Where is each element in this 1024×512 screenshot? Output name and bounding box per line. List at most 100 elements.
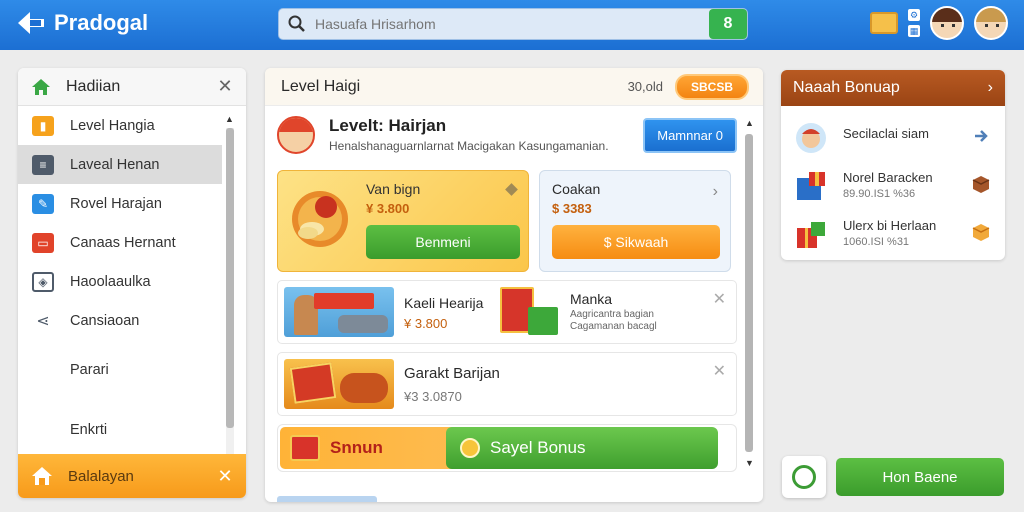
sidebar-item-laveal-henan[interactable]: ≡ Laveal Henan [18, 145, 222, 184]
grid-icon[interactable]: ▦ [908, 25, 920, 37]
offer-orange-button[interactable]: $ Sikwaah [552, 225, 720, 259]
main-panel-body: Levelt: Hairjan Henalshanaguarnlarnat Ma… [277, 112, 737, 472]
search-icon [287, 14, 307, 34]
share-icon: ⋖ [32, 310, 54, 331]
item-description: Aagricantra bagian Cagamanan bacagl [570, 309, 657, 332]
scroll-down-icon[interactable]: ▼ [745, 458, 754, 468]
mail-icon[interactable] [870, 12, 898, 34]
sidebar-item-label: Cansiaoan [70, 312, 140, 329]
sidebar-item-level-hangia[interactable]: ▮ Level Hangia [18, 106, 222, 145]
save-bonus-button[interactable]: Sayel Bonus [446, 427, 718, 469]
avatar[interactable] [930, 6, 964, 40]
offer-card-blue[interactable]: Coakan $ 3383 › $ Sikwaah [539, 170, 731, 272]
list-item[interactable]: Kaeli Hearija ¥ 3.800 Manka Aagricantra … [277, 280, 737, 344]
main-panel-meta: 30,old [627, 79, 663, 94]
main-panel-header: Level Haigi 30,old SBCSB [265, 68, 763, 106]
app-logo[interactable]: Pradogal [16, 10, 148, 36]
bonus-item[interactable]: Norel Baracken 89.90.IS1 %36 [781, 160, 1005, 208]
promo-thumbnail [284, 287, 394, 337]
offer-green-button[interactable]: Benmeni [366, 225, 520, 259]
search-bar[interactable]: 8 [278, 8, 748, 40]
character-avatar [277, 116, 315, 154]
sidebar: Hadiian ✕ ▮ Level Hangia ≡ Laveal Henan … [18, 68, 246, 498]
offer-price: $ 3383 [552, 201, 592, 216]
puzzle-icon: ◈ [32, 271, 54, 292]
main-panel-title: Level Haigi [281, 77, 361, 95]
sidebar-item-haoolaaulka[interactable]: ◈ Haoolaaulka [18, 262, 222, 301]
header-pill-button[interactable]: SBCSB [674, 73, 749, 100]
settings-icon[interactable]: ⚙ [908, 9, 920, 21]
close-icon[interactable]: ✕ [216, 76, 234, 97]
gift-box-icon [795, 170, 827, 202]
sidebar-item-rovel-harajan[interactable]: ✎ Rovel Harajan [18, 184, 222, 223]
home-icon[interactable] [30, 77, 52, 97]
gift-box-icon [795, 218, 827, 250]
promo-thumbnail [284, 359, 394, 409]
main-scrollbar[interactable]: ▲ ▼ [743, 118, 755, 470]
coin-icon [460, 438, 480, 458]
bonus-item[interactable]: Secilaclai siam [781, 112, 1005, 160]
top-bar: Pradogal 8 ⚙ ▦ [0, 0, 1024, 50]
character-icon [795, 122, 827, 154]
close-icon[interactable]: ✕ [216, 466, 234, 487]
edit-icon: ✎ [32, 193, 54, 214]
list-item[interactable]: Garakt Barijan ¥3 3.0870 ✕ [277, 352, 737, 416]
hero-subtitle: Henalshanaguarnlarnat Macigakan Kasungam… [329, 139, 609, 153]
scroll-up-icon[interactable]: ▲ [225, 114, 234, 124]
sidebar-item-label: Laveal Henan [70, 156, 160, 173]
back-arrow-icon[interactable] [16, 10, 46, 36]
list-icon: ≡ [32, 154, 54, 175]
offer-card-yellow[interactable]: Van bign ¥ 3.800 Benmeni [277, 170, 529, 272]
save-bonus-label: Sayel Bonus [490, 438, 586, 457]
bonus-item-title: Norel Baracken [843, 170, 933, 185]
sidebar-scrollbar[interactable]: ▲ ▼ [222, 114, 236, 498]
bonus-panel: Naaah Bonuap › Secilaclai siam Norel Bar… [781, 70, 1005, 260]
hero-title: Levelt: Hairjan [329, 116, 447, 135]
sidebar-item-label: Haoolaaulka [70, 273, 151, 290]
offer-cards: Van bign ¥ 3.800 Benmeni Coakan $ 3383 ›… [277, 170, 737, 272]
hero-button[interactable]: Mamnnar 0 [643, 118, 737, 153]
chevron-right-icon[interactable]: › [713, 183, 718, 201]
product-box-icon [528, 307, 558, 335]
food-bowl-icon [288, 185, 352, 251]
box-icon [971, 174, 991, 194]
close-icon[interactable]: ✕ [713, 361, 726, 381]
chevron-right-icon[interactable]: › [988, 79, 993, 97]
item-name: Kaeli Hearija [404, 295, 484, 311]
sidebar-item-enkrti[interactable]: Enkrti [18, 400, 222, 460]
search-button[interactable]: 8 [709, 9, 747, 39]
bonus-item[interactable]: Ulerx bi Herlaan 1060.ISI %31 [781, 208, 1005, 256]
home-icon [30, 465, 54, 487]
sidebar-item-label: Enkrti [70, 422, 108, 438]
app-title: Pradogal [54, 10, 149, 35]
sidebar-title: Hadiian [66, 77, 121, 95]
bonus-banner[interactable]: Snnun Sayel Bonus [277, 424, 737, 472]
search-input[interactable] [315, 16, 709, 32]
sidebar-list: ▮ Level Hangia ≡ Laveal Henan ✎ Rovel Ha… [18, 106, 222, 460]
bonus-item-title: Secilaclai siam [843, 126, 929, 141]
scroll-thumb[interactable] [226, 128, 234, 428]
sidebar-item-canaas-hernant[interactable]: ▭ Canaas Hernant [18, 223, 222, 262]
arrow-right-icon[interactable] [971, 126, 991, 146]
avatar-secondary[interactable] [974, 6, 1008, 40]
bottom-action-button[interactable]: Hon Baene [836, 458, 1004, 496]
image-icon: ▭ [32, 232, 54, 253]
gift-tag-icon [290, 435, 320, 461]
item-price: ¥ 3.800 [404, 316, 448, 331]
offer-name: Van bign [366, 181, 421, 197]
sidebar-item-cansiaoan[interactable]: ⋖ Cansiaoan [18, 301, 222, 340]
refresh-icon [792, 465, 816, 489]
sidebar-item-label: Level Hangia [70, 117, 155, 134]
close-icon[interactable]: ✕ [713, 289, 726, 309]
sidebar-header: Hadiian ✕ [18, 68, 246, 106]
scroll-thumb[interactable] [745, 134, 753, 452]
refresh-button[interactable] [782, 456, 826, 498]
sidebar-footer[interactable]: Balalayan ✕ [18, 454, 246, 498]
sidebar-item-label: Canaas Hernant [70, 234, 176, 251]
hero-section: Levelt: Hairjan Henalshanaguarnlarnat Ma… [277, 112, 737, 166]
scroll-up-icon[interactable]: ▲ [745, 118, 754, 128]
bonus-panel-header: Naaah Bonuap › [781, 70, 1005, 106]
sidebar-item-parari[interactable]: Parari [18, 340, 222, 400]
bonus-item-subtitle: 89.90.IS1 %36 [843, 188, 916, 200]
box-icon [971, 222, 991, 242]
